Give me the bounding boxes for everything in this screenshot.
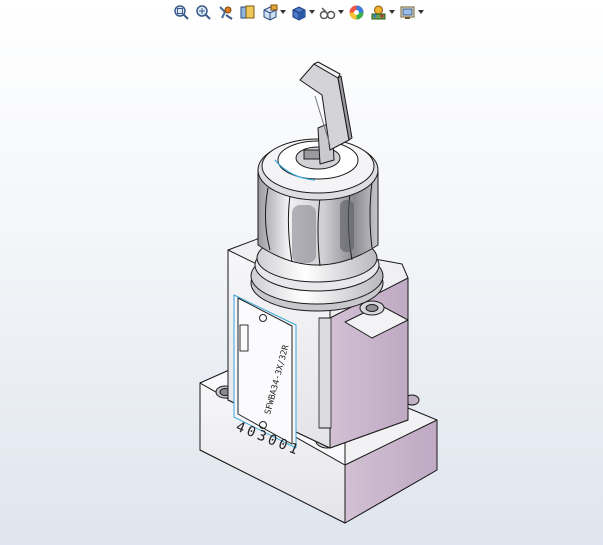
3d-model-keyswitch[interactable]: SFWBA34-3X/32R 403001 bbox=[0, 24, 603, 545]
graphics-area[interactable]: SFWBA34-3X/32R 403001 bbox=[0, 24, 603, 545]
zoom-fit-icon[interactable] bbox=[172, 3, 191, 22]
chevron-down-icon[interactable] bbox=[389, 3, 395, 22]
knob bbox=[257, 138, 379, 267]
previous-view-icon[interactable] bbox=[216, 3, 235, 22]
section-view-icon[interactable] bbox=[238, 3, 257, 22]
chevron-down-icon[interactable] bbox=[418, 3, 424, 22]
zoom-area-icon[interactable] bbox=[194, 3, 213, 22]
display-style-icon[interactable] bbox=[289, 3, 308, 22]
scene-icon[interactable] bbox=[369, 3, 388, 22]
view-toolbar bbox=[172, 1, 424, 23]
appearance-icon[interactable] bbox=[347, 3, 366, 22]
chevron-down-icon[interactable] bbox=[338, 3, 344, 22]
chevron-down-icon[interactable] bbox=[280, 3, 286, 22]
view-settings-icon[interactable] bbox=[398, 3, 417, 22]
hide-show-icon[interactable] bbox=[318, 3, 337, 22]
view-orientation-icon[interactable] bbox=[260, 3, 279, 22]
chevron-down-icon[interactable] bbox=[309, 3, 315, 22]
